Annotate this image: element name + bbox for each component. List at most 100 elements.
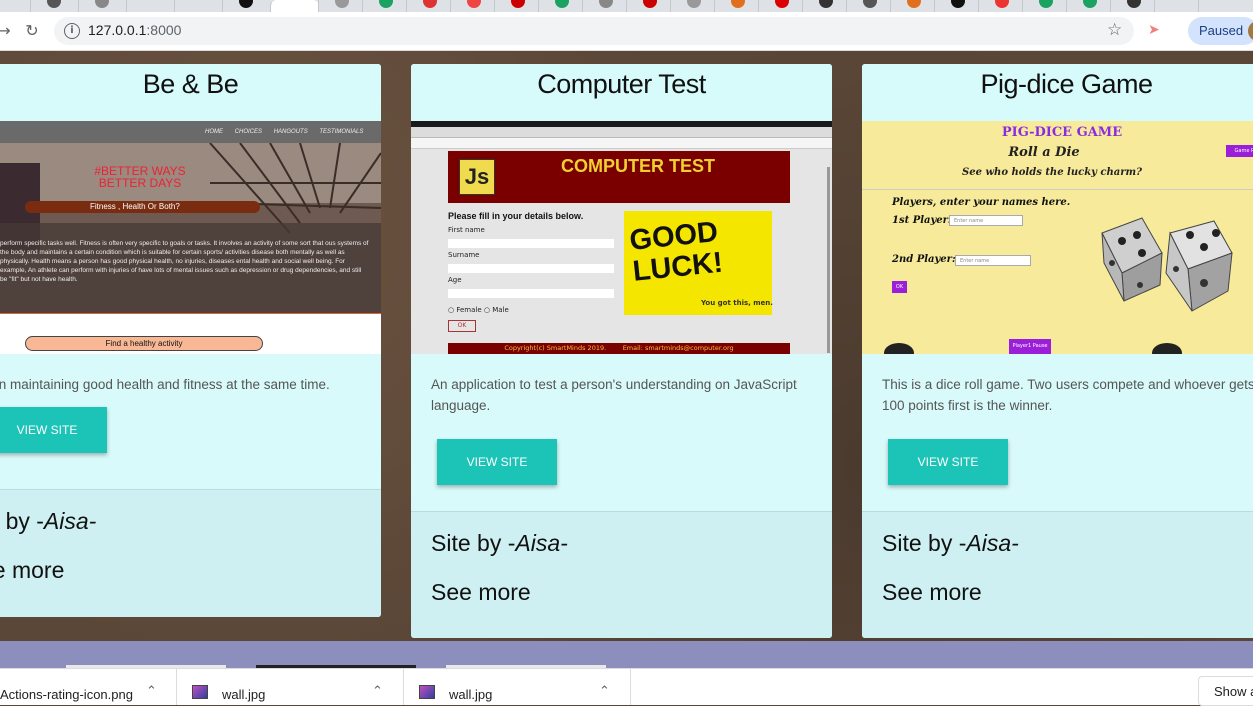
card-screenshot[interactable]: Js COMPUTER TEST Please fill in your det… [411,121,832,354]
browser-tab[interactable] [714,0,759,12]
browser-tab[interactable] [30,0,75,12]
browser-tab[interactable] [670,0,715,12]
tab-favicon-icon [335,0,349,8]
see-more-link[interactable]: See more [882,557,1253,606]
download-item[interactable]: wall.jpg ⌃ [176,669,404,705]
browser-tab[interactable] [890,0,935,12]
shot-player1-input: Enter name [949,215,1023,226]
tab-favicon-icon [819,0,833,8]
browser-tab[interactable] [978,0,1023,12]
bridge-photo [0,143,381,313]
browser-tab[interactable] [318,0,363,12]
browser-tab-active[interactable] [270,0,319,12]
site-by-line: Site by -Aisa- [431,512,812,557]
card-title: Be & Be [142,69,239,99]
card-screenshot[interactable]: HOME CHOICES HANGOUTS TESTIMONIALS #BETT… [0,121,381,354]
extension-icon[interactable]: ➤ [1148,22,1166,38]
shot-gender-option: Male [492,306,509,314]
card-description: An application to test a person's unders… [431,377,797,413]
browser-tab[interactable] [1066,0,1111,12]
browser-tab[interactable] [126,0,171,12]
browser-tab[interactable] [1154,0,1199,12]
card-screenshot[interactable]: PIG-DICE GAME Roll a Die See who holds t… [862,121,1253,354]
see-more-link[interactable]: See more [431,557,812,606]
browser-tab[interactable] [494,0,539,12]
address-bar[interactable]: i 127.0.0.1:8000 [54,17,1134,45]
chevron-up-icon[interactable]: ⌃ [146,683,157,699]
chevron-up-icon[interactable]: ⌃ [599,683,610,699]
card-description-area: This is a dice roll game. Two users comp… [862,354,1253,511]
browser-tab[interactable] [1022,0,1067,12]
bookmark-star-icon[interactable]: ☆ [1107,20,1122,40]
browser-tab[interactable] [582,0,627,12]
shot-ok: OK [892,281,907,293]
browser-tab[interactable] [934,0,979,12]
browser-tab[interactable] [846,0,891,12]
browser-tab[interactable] [174,0,219,12]
card-description-area: An application to test a person's unders… [411,354,832,511]
shot-player2-label: 2nd Player: [892,254,956,265]
shot-banner: COMPUTER TEST [560,156,715,176]
browser-tab[interactable] [450,0,495,12]
card-footer: Site by -Aisa- See more [862,511,1253,638]
new-tab-button[interactable] [1198,0,1243,12]
view-site-button[interactable]: VIEW SITE [0,407,107,453]
card-footer: te by -Aisa- ee more [0,489,381,617]
see-more-link[interactable]: ee more [0,535,361,584]
download-filename: wall.jpg [222,687,266,702]
download-item[interactable]: Actions-rating-icon.png ⌃ [0,669,177,705]
profile-button[interactable]: Paused [1188,17,1253,45]
tab-favicon-icon [511,0,525,8]
shot-field-label: First name [448,226,485,234]
tab-favicon-icon [863,0,877,8]
browser-tab[interactable] [406,0,451,12]
card-description: This is a dice roll game. Two users comp… [882,377,1253,413]
chevron-up-icon[interactable]: ⌃ [372,683,383,699]
download-item[interactable]: wall.jpg ⌃ [403,669,631,705]
tab-strip [0,0,1253,12]
site-by-prefix: te by - [0,508,44,534]
page-footer-band [0,641,1253,668]
shot-good-luck-sub: You got this, men. [701,299,773,307]
shot-rules-button: Game Ru [1226,145,1253,157]
shot-field-label: Surname [448,251,480,259]
site-info-icon[interactable]: i [64,23,80,39]
show-all-downloads-button[interactable]: Show a [1198,676,1253,706]
browser-tab[interactable] [78,0,123,12]
url-port: :8000 [146,22,182,38]
tab-favicon-icon [951,0,965,8]
shot-headline: #BETTER WAYS BETTER DAYS [94,164,186,190]
tab-favicon-icon [995,0,1009,8]
tab-favicon-icon [239,0,253,8]
card-title: Pig-dice Game [980,69,1153,99]
site-author: Aisa- [43,508,97,534]
shot-form-title: Please fill in your details below. [448,211,584,221]
card-footer: Site by -Aisa- See more [411,511,832,638]
forward-icon[interactable]: → [0,21,14,41]
site-author: Aisa- [515,530,568,556]
browser-tab[interactable] [802,0,847,12]
tab-favicon-icon [1127,0,1141,8]
browser-tab[interactable] [538,0,583,12]
tab-favicon-icon [731,0,745,8]
shot-subheadline: Fitness , Health Or Both? [90,202,180,211]
view-site-button[interactable]: VIEW SITE [888,439,1008,485]
project-card: Pig-dice Game PIG-DICE GAME Roll a Die S… [862,64,1253,638]
shot-game-title: PIG-DICE GAME [1001,125,1123,140]
avatar [1248,21,1253,41]
url-text: 127.0.0.1:8000 [88,22,181,38]
downloads-bar: Actions-rating-icon.png ⌃ wall.jpg ⌃ wal… [0,668,1253,706]
browser-tab[interactable] [1110,0,1155,12]
project-card: Be & Be HOME CHOICES HANGOUTS TESTIMONIA… [0,64,381,617]
shot-nav-item: HOME [205,129,223,135]
browser-tab[interactable] [758,0,803,12]
browser-tab[interactable] [362,0,407,12]
image-file-icon [192,685,208,699]
browser-tab[interactable] [626,0,671,12]
view-site-button[interactable]: VIEW SITE [437,439,557,485]
browser-tab[interactable] [222,0,267,12]
reload-icon[interactable]: ↻ [22,21,42,41]
tab-favicon-icon [95,0,109,8]
tab-favicon-icon [907,0,921,8]
tab-favicon-icon [643,0,657,8]
